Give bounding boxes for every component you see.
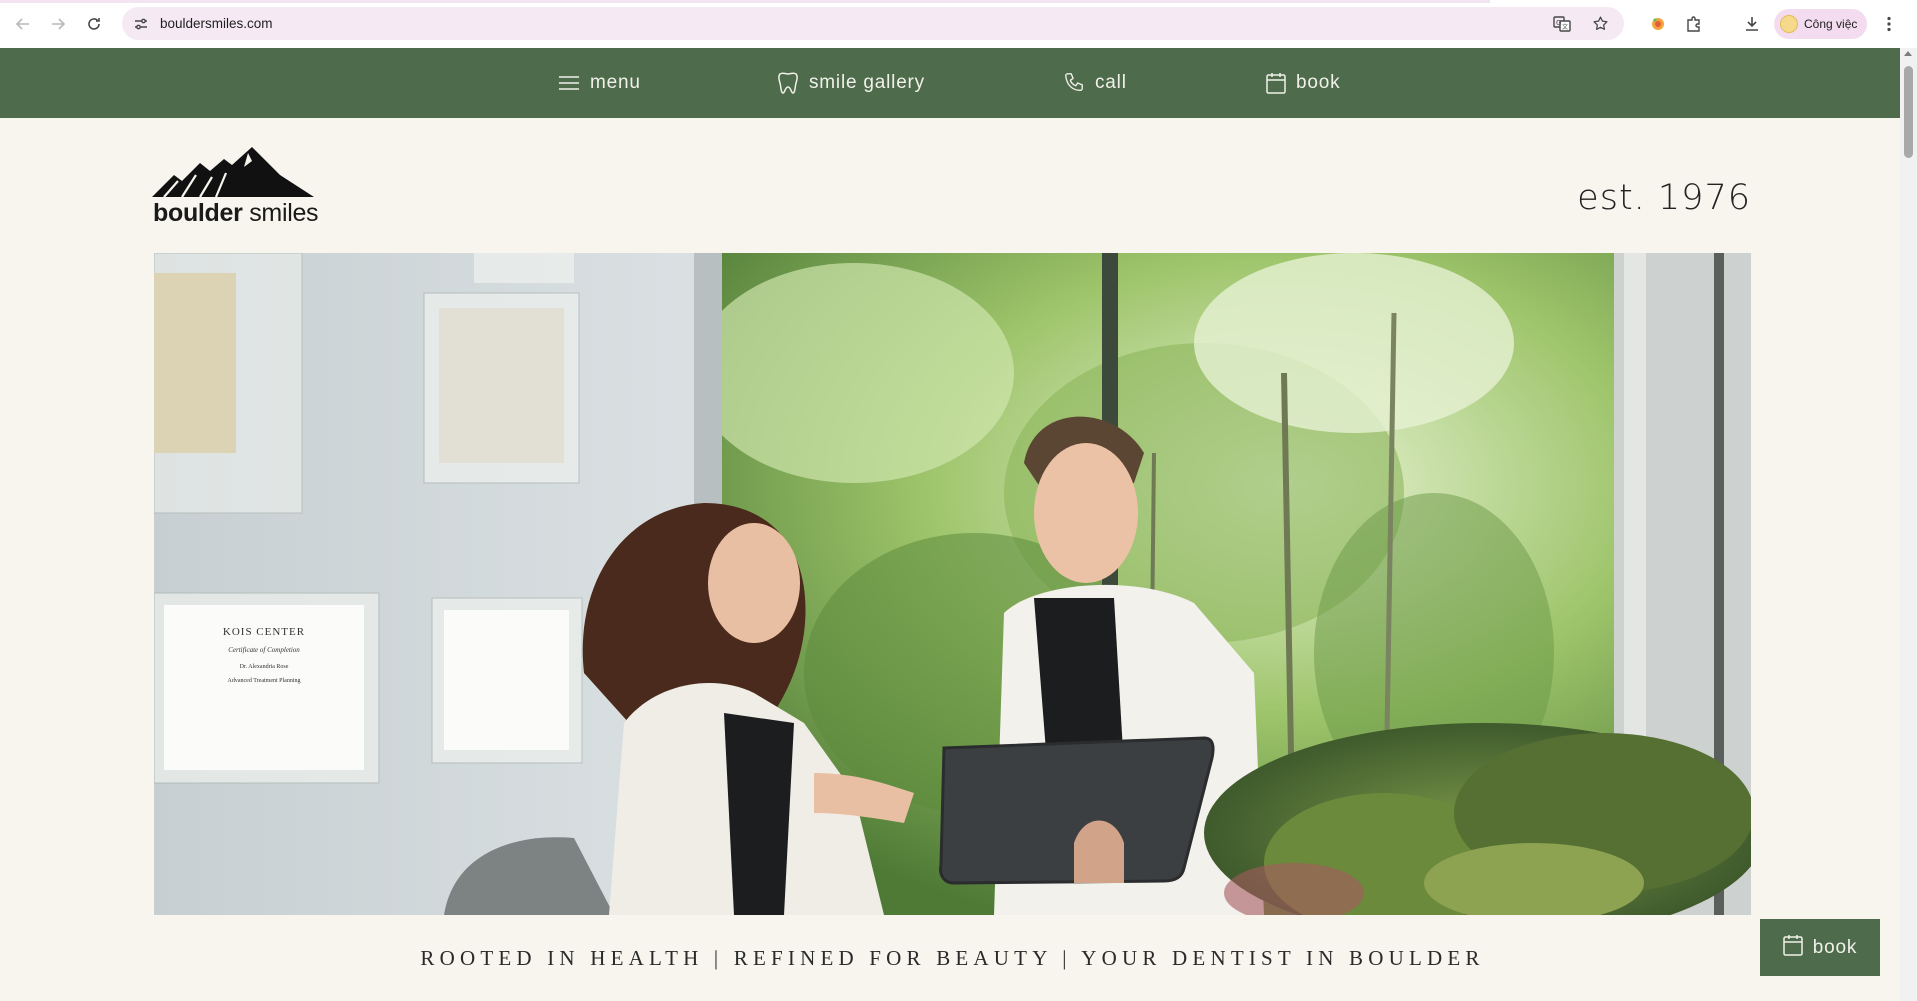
tooth-icon bbox=[777, 71, 799, 95]
forward-arrow-icon[interactable] bbox=[41, 7, 75, 41]
extension-color-icon[interactable] bbox=[1644, 10, 1672, 38]
kebab-menu-icon[interactable] bbox=[1875, 10, 1903, 38]
certificate-title: KOIS CENTER bbox=[222, 626, 306, 638]
hamburger-icon bbox=[558, 75, 580, 91]
reload-icon[interactable] bbox=[77, 7, 111, 41]
calendar-icon bbox=[1266, 72, 1286, 94]
logo-wordmark: boulder smiles bbox=[153, 199, 319, 227]
tune-icon[interactable] bbox=[126, 9, 156, 39]
certificate-course: Advanced Treatment Planning bbox=[227, 678, 301, 684]
boulder-smiles-logo[interactable]: boulder smiles bbox=[152, 145, 320, 231]
site-nav-bar: menu smile gallery call book bbox=[0, 48, 1900, 118]
profile-chip[interactable]: Công việc bbox=[1774, 9, 1868, 39]
nav-call-label: call bbox=[1095, 72, 1127, 93]
nav-smile-gallery-button[interactable]: smile gallery bbox=[777, 48, 925, 118]
tagline: ROOTED IN HEALTH | REFINED FOR BEAUTY | … bbox=[420, 946, 1485, 970]
mountain-logo-icon bbox=[152, 147, 314, 198]
floating-book-label: book bbox=[1812, 936, 1858, 958]
certificate-name: Dr. Alexandria Rose bbox=[239, 664, 289, 670]
tab-strip-edge bbox=[0, 0, 1490, 3]
kois-certificate: KOIS CENTER Certificate of Completion Dr… bbox=[164, 626, 364, 684]
address-bar[interactable]: bouldersmiles.com G文 bbox=[122, 7, 1624, 40]
translate-icon[interactable]: G文 bbox=[1548, 10, 1576, 38]
page-scrollbar[interactable] bbox=[1900, 48, 1917, 1001]
back-arrow-icon[interactable] bbox=[6, 7, 40, 41]
browser-toolbar: bouldersmiles.com G文 Công việc bbox=[0, 0, 1917, 48]
profile-label: Công việc bbox=[1804, 17, 1858, 31]
nav-menu-button[interactable]: menu bbox=[558, 48, 641, 118]
nav-book-label: book bbox=[1296, 72, 1341, 93]
svg-text:文: 文 bbox=[1562, 23, 1568, 31]
url-text[interactable]: bouldersmiles.com bbox=[160, 16, 273, 31]
nav-call-button[interactable]: call bbox=[1063, 48, 1127, 118]
nav-smile-gallery-label: smile gallery bbox=[809, 72, 925, 93]
nav-book-button[interactable]: book bbox=[1266, 48, 1340, 118]
svg-text:G: G bbox=[1556, 19, 1561, 27]
nav-menu-label: menu bbox=[590, 72, 641, 93]
scroll-up-arrow-icon[interactable] bbox=[1904, 51, 1912, 56]
scrollbar-thumb[interactable] bbox=[1904, 66, 1913, 158]
puzzle-icon[interactable] bbox=[1680, 10, 1708, 38]
avatar bbox=[1780, 15, 1798, 33]
certificate-subtitle: Certificate of Completion bbox=[228, 646, 300, 654]
established-year: est. 1976 bbox=[1577, 178, 1751, 218]
floating-book-button[interactable]: book bbox=[1760, 919, 1880, 976]
download-icon[interactable] bbox=[1738, 10, 1766, 38]
star-icon[interactable] bbox=[1586, 10, 1614, 38]
hero-photo: KOIS CENTER Certificate of Completion Dr… bbox=[154, 253, 1751, 915]
phone-icon bbox=[1063, 72, 1085, 94]
calendar-icon bbox=[1783, 934, 1803, 962]
